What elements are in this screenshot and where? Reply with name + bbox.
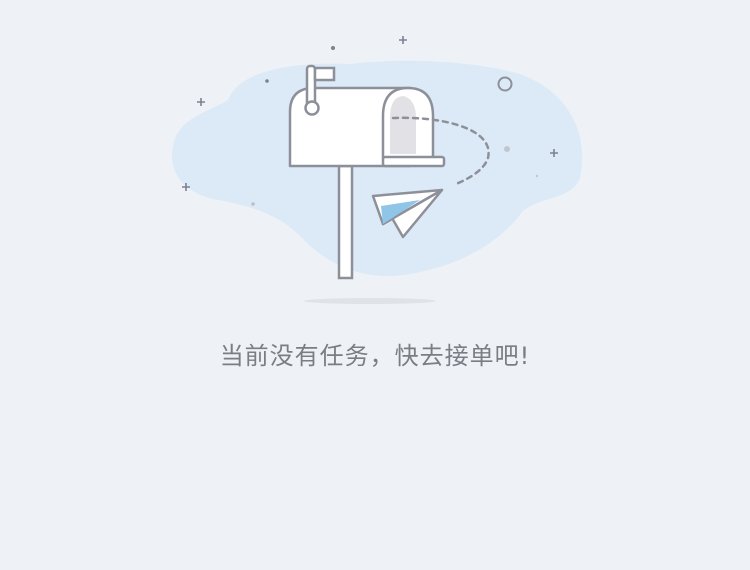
mailbox-with-paper-plane-icon bbox=[171, 36, 583, 304]
mailbox-post bbox=[337, 164, 354, 280]
empty-state-message: 当前没有任务，快去接单吧! bbox=[219, 342, 531, 370]
mailbox-flag bbox=[313, 66, 336, 82]
mailbox-ledge bbox=[381, 155, 446, 168]
empty-task-page: 当前没有任务，快去接单吧! bbox=[0, 0, 750, 570]
ground-shadow bbox=[304, 298, 436, 304]
mailbox-door-inner bbox=[390, 96, 416, 154]
mailbox-flag-pivot bbox=[304, 100, 320, 116]
